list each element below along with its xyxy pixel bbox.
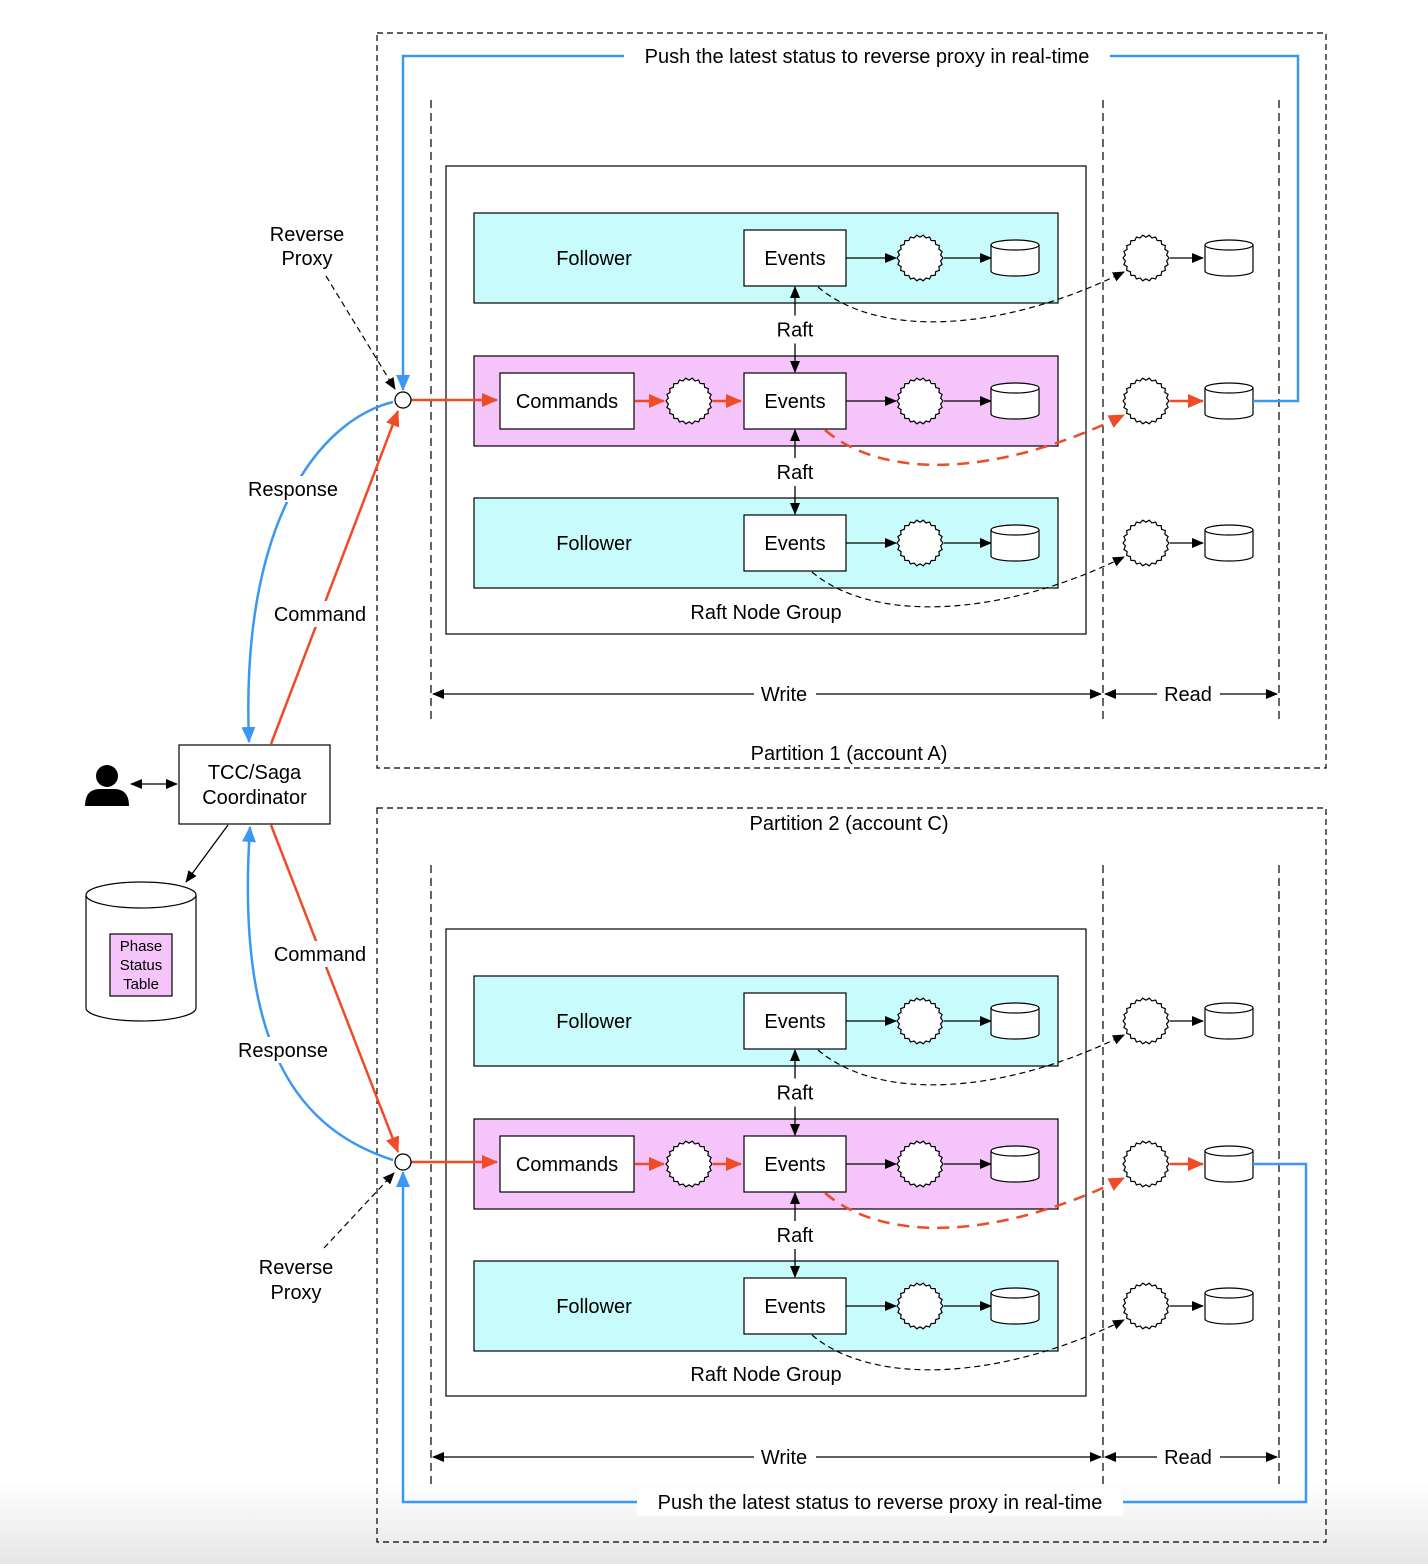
partition-2: Raft Node Group Follower Events Commands Eve… xyxy=(376,807,1327,1543)
write-label: Write xyxy=(761,1447,807,1469)
follower-label: Follower xyxy=(556,533,632,555)
projection-processor-icon xyxy=(1122,519,1170,567)
projection-processor-icon xyxy=(1122,377,1170,425)
write-store-icon[interactable] xyxy=(990,1145,1040,1183)
follower-label: Follower xyxy=(556,1296,632,1318)
coordinator-box[interactable]: TCC/Saga Coordinator xyxy=(178,744,331,825)
follower-label: Follower xyxy=(556,248,632,270)
reverse-proxy-label-p2-line2: Proxy xyxy=(270,1282,321,1304)
events-label: Events xyxy=(764,1011,825,1033)
coordinator-label-line1: TCC/Saga xyxy=(208,762,302,784)
read-model xyxy=(1122,377,1254,425)
read-store-icon[interactable] xyxy=(1204,239,1254,277)
partition-title: Partition 2 (account C) xyxy=(750,813,949,835)
events-label: Events xyxy=(764,533,825,555)
response-arrow-p2 xyxy=(242,826,394,1162)
table-label-line3: Table xyxy=(123,976,159,993)
raft-label: Raft xyxy=(777,320,814,342)
read-label: Read xyxy=(1164,684,1212,706)
push-status-label: Push the latest status to reverse proxy … xyxy=(658,1492,1103,1514)
phase-status-database[interactable]: Phase Status Table xyxy=(85,881,197,1022)
command-label-p1: Command xyxy=(274,604,366,626)
events-label: Events xyxy=(764,391,825,413)
partition-title: Partition 1 (account A) xyxy=(751,743,948,765)
response-arrow-p1 xyxy=(241,400,394,743)
partition-1: Raft Node Group Follower Events Commands Eve… xyxy=(376,32,1327,769)
follower-node[interactable]: Follower Events xyxy=(473,212,1059,304)
write-store-icon[interactable] xyxy=(990,382,1040,420)
command-arrow-p2 xyxy=(269,824,400,1153)
write-store-icon[interactable] xyxy=(990,524,1040,562)
person-icon xyxy=(85,765,129,806)
events-label: Events xyxy=(764,1296,825,1318)
commands-label: Commands xyxy=(516,391,618,413)
raft-label: Raft xyxy=(777,1225,814,1247)
follower-node[interactable]: Follower Events xyxy=(473,975,1059,1067)
table-label-line2: Status xyxy=(120,957,163,974)
projection-processor-icon xyxy=(1122,1282,1170,1330)
read-model xyxy=(1122,997,1254,1045)
reverse-proxy-label-p1-line1: Reverse xyxy=(270,224,344,246)
events-label: Events xyxy=(764,248,825,270)
raft-node-group-label: Raft Node Group xyxy=(690,602,841,624)
read-model xyxy=(1122,1140,1254,1188)
events-label: Events xyxy=(764,1154,825,1176)
raft-label: Raft xyxy=(777,462,814,484)
command-label-p2: Command xyxy=(274,944,366,966)
write-label: Write xyxy=(761,684,807,706)
read-store-icon[interactable] xyxy=(1204,524,1254,562)
push-status-label: Push the latest status to reverse proxy … xyxy=(645,46,1090,68)
raft-label: Raft xyxy=(777,1083,814,1105)
coordinator-to-db-arrow xyxy=(185,824,229,883)
reverse-proxy-label-p1-line2: Proxy xyxy=(281,248,332,270)
command-arrow-p1 xyxy=(269,410,400,745)
follower-node[interactable]: Follower Events xyxy=(473,1260,1059,1352)
read-model xyxy=(1122,519,1254,567)
reverse-proxy-pointer-p2 xyxy=(323,1172,395,1249)
response-label-p2: Response xyxy=(238,1040,328,1062)
leader-node[interactable]: Commands Events xyxy=(473,1118,1059,1210)
write-store-icon[interactable] xyxy=(990,1287,1040,1325)
read-store-icon[interactable] xyxy=(1204,1287,1254,1325)
read-label: Read xyxy=(1164,1447,1212,1469)
table-label-line1: Phase xyxy=(120,938,163,955)
partition2-coordinator-flows: Response Command Reverse Proxy xyxy=(233,824,400,1304)
raft-node-group-label: Raft Node Group xyxy=(690,1364,841,1386)
reverse-proxy-node[interactable] xyxy=(394,1153,412,1171)
projection-processor-icon xyxy=(1122,234,1170,282)
projection-processor-icon xyxy=(1122,997,1170,1045)
coordinator-label-line2: Coordinator xyxy=(202,787,307,809)
read-model xyxy=(1122,234,1254,282)
partition1-coordinator-flows: Response Command Reverse Proxy xyxy=(241,224,400,745)
response-label-p1: Response xyxy=(248,479,338,501)
reverse-proxy-node[interactable] xyxy=(394,391,412,409)
write-store-icon[interactable] xyxy=(990,239,1040,277)
follower-node[interactable]: Follower Events xyxy=(473,497,1059,589)
commands-label: Commands xyxy=(516,1154,618,1176)
read-store-icon[interactable] xyxy=(1204,1002,1254,1040)
read-store-icon[interactable] xyxy=(1204,382,1254,420)
reverse-proxy-pointer-p1 xyxy=(325,275,396,390)
write-store-icon[interactable] xyxy=(990,1002,1040,1040)
reverse-proxy-label-p2-line1: Reverse xyxy=(259,1257,333,1279)
leader-node[interactable]: Commands Events xyxy=(473,355,1059,447)
architecture-diagram: Raft Node Group Follower Events Commands Eve… xyxy=(85,32,1327,1543)
read-store-icon[interactable] xyxy=(1204,1145,1254,1183)
follower-label: Follower xyxy=(556,1011,632,1033)
projection-processor-icon xyxy=(1122,1140,1170,1188)
read-model xyxy=(1122,1282,1254,1330)
